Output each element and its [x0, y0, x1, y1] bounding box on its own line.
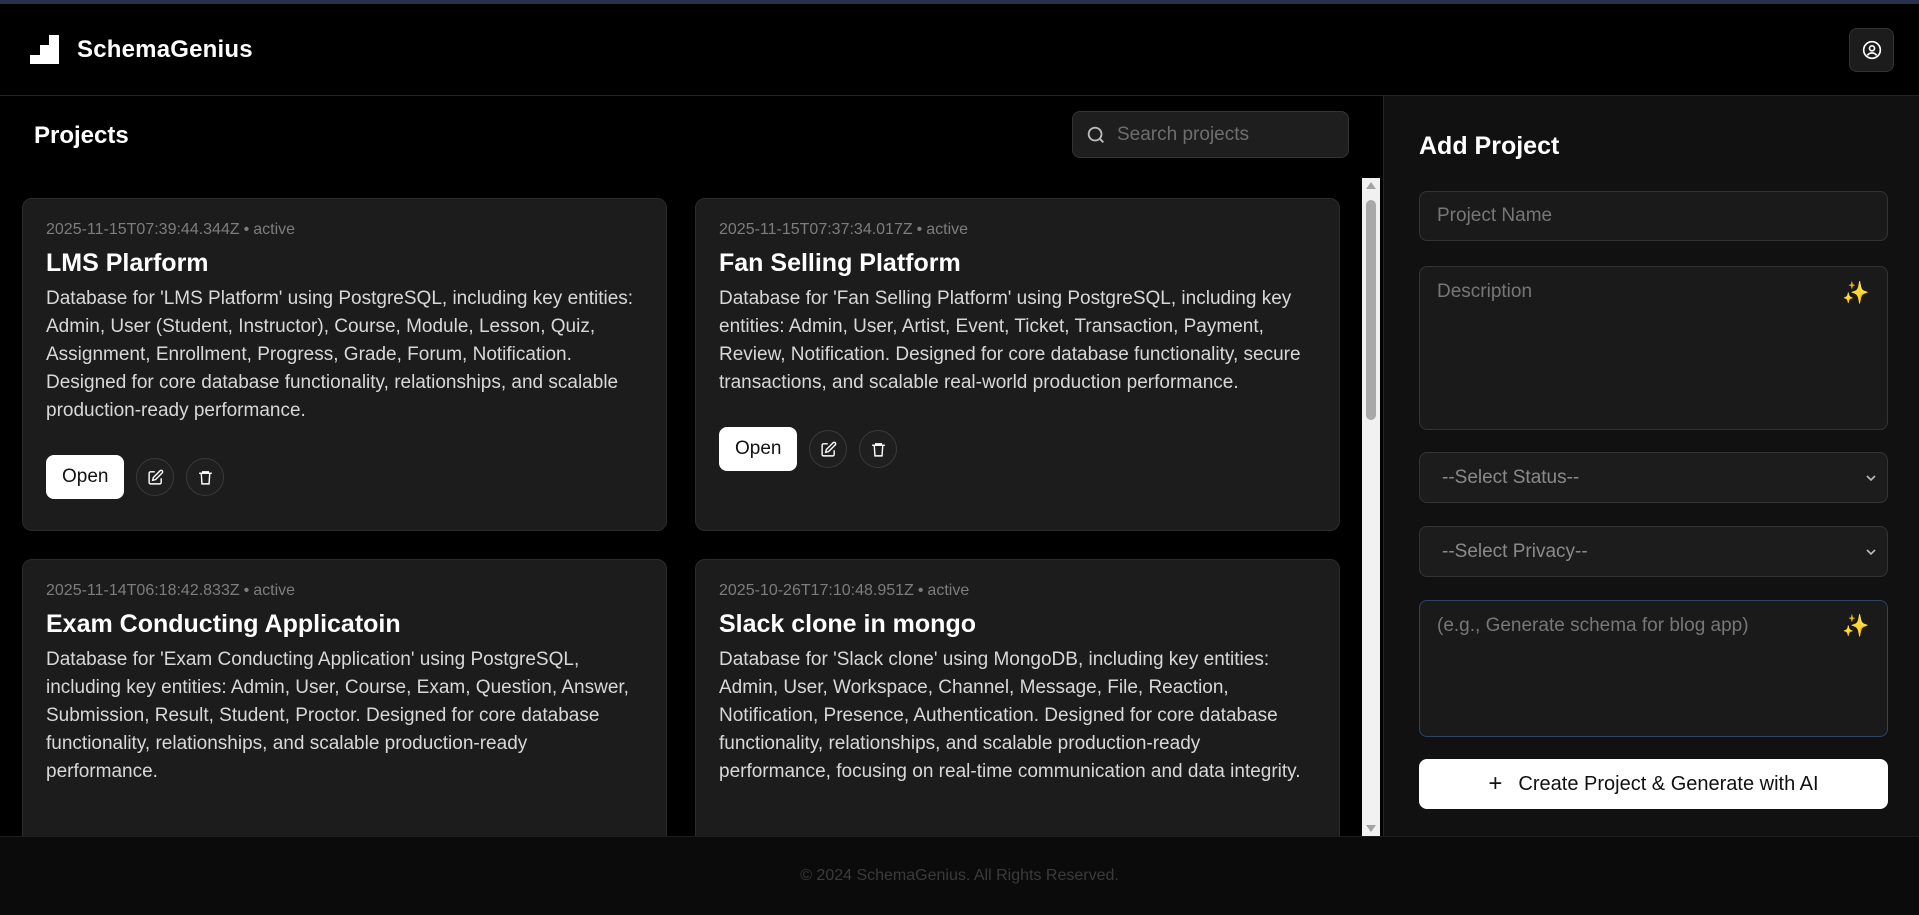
project-meta: 2025-10-26T17:10:48.951Z • active [719, 582, 970, 599]
project-title: Slack clone in mongo [719, 610, 976, 638]
trash-icon [199, 470, 212, 485]
project-status: active [926, 221, 969, 238]
project-date: 2025-10-26T17:10:48.951Z [719, 582, 914, 599]
project-status: active [927, 582, 970, 599]
edit-icon [821, 441, 837, 457]
project-description: Database for 'Slack clone' using MongoDB… [719, 649, 1301, 782]
project-card: 2025-11-15T07:39:44.344Z • active LMS Plar… [22, 198, 667, 531]
project-date: 2025-11-14T06:18:42.833Z [46, 582, 240, 599]
project-meta: 2025-11-15T07:39:44.344Z • active [46, 221, 296, 238]
open-project-button[interactable]: Open [719, 427, 798, 471]
description-textarea[interactable] [1419, 266, 1888, 430]
project-date: 2025-11-15T07:39:44.344Z [46, 221, 240, 238]
delete-project-button[interactable] [859, 430, 898, 468]
footer: © 2024 SchemaGenius. All Rights Reserved… [0, 836, 1919, 915]
search-icon [1087, 126, 1104, 143]
project-list: 2025-11-15T07:39:44.344Z • active LMS Plar… [22, 198, 1340, 836]
card-actions: Open [719, 427, 1316, 471]
sparkles-icon[interactable]: ✨ [1842, 614, 1869, 639]
delete-project-button[interactable] [186, 458, 225, 496]
add-project-title: Add Project [1419, 132, 1560, 160]
sparkles-icon[interactable]: ✨ [1842, 281, 1869, 306]
project-title: Exam Conducting Applicatoin [46, 610, 401, 638]
project-description: Database for 'Fan Selling Platform' usin… [719, 288, 1301, 393]
page-title: Projects [34, 122, 129, 149]
brand-name: SchemaGenius [77, 35, 253, 63]
app-header: SchemaGenius [0, 4, 1919, 96]
scroll-down-arrow-icon[interactable] [1366, 825, 1376, 832]
stairs-logo-icon [30, 35, 59, 64]
projects-pane: Projects 2025-11-15T07:39:44.344Z•active… [0, 96, 1383, 836]
project-card: 2025-11-14T06:18:42.833Z • active Exam Con… [22, 559, 667, 836]
open-project-button[interactable]: Open [46, 455, 125, 499]
project-status: active [253, 582, 296, 599]
project-card: 2025-11-15T07:37:34.017Z • active Fan Sell… [695, 198, 1340, 531]
edit-project-button[interactable] [136, 458, 175, 496]
plus-icon: + [1488, 770, 1503, 797]
status-select[interactable]: --Select Status-- [1419, 452, 1888, 503]
chevron-down-icon [1866, 475, 1876, 482]
project-title: Fan Selling Platform [719, 249, 961, 277]
project-description: Database for 'LMS Platform' using Postgr… [46, 288, 634, 421]
user-menu-button[interactable] [1849, 28, 1894, 72]
privacy-select[interactable]: --Select Privacy-- [1419, 526, 1888, 577]
ai-prompt-textarea[interactable] [1419, 600, 1888, 737]
user-circle-icon [1862, 40, 1881, 60]
search-box[interactable] [1072, 111, 1349, 158]
project-status: active [253, 221, 296, 238]
scroll-up-arrow-icon[interactable] [1366, 182, 1376, 189]
chevron-down-icon [1866, 549, 1876, 556]
project-description: Database for 'Exam Conducting Applicatio… [46, 649, 629, 782]
create-project-label: Create Project & Generate with AI [1518, 772, 1819, 795]
card-actions: Open [46, 455, 643, 499]
status-select-value: --Select Status-- [1442, 466, 1580, 488]
copyright-text: © 2024 SchemaGenius. All Rights Reserved… [800, 867, 1119, 884]
project-date: 2025-11-15T07:37:34.017Z [719, 221, 913, 238]
project-name-input[interactable] [1419, 191, 1888, 241]
search-input[interactable] [1117, 123, 1337, 146]
project-list-scrollbar[interactable] [1362, 178, 1380, 836]
project-title: LMS Plarform [46, 249, 209, 277]
add-project-panel: Add Project ✨ --Select Status-- --Select… [1383, 96, 1919, 836]
privacy-select-value: --Select Privacy-- [1442, 540, 1588, 562]
edit-icon [148, 469, 164, 485]
edit-project-button[interactable] [809, 430, 848, 468]
create-project-button[interactable]: + Create Project & Generate with AI [1419, 759, 1888, 809]
project-card: 2025-10-26T17:10:48.951Z • active Slack cl… [695, 559, 1340, 836]
project-meta: 2025-11-14T06:18:42.833Z • active [46, 582, 296, 599]
trash-icon [872, 442, 885, 457]
scrollbar-thumb[interactable] [1366, 200, 1376, 420]
project-meta: 2025-11-15T07:37:34.017Z • active [719, 221, 969, 238]
